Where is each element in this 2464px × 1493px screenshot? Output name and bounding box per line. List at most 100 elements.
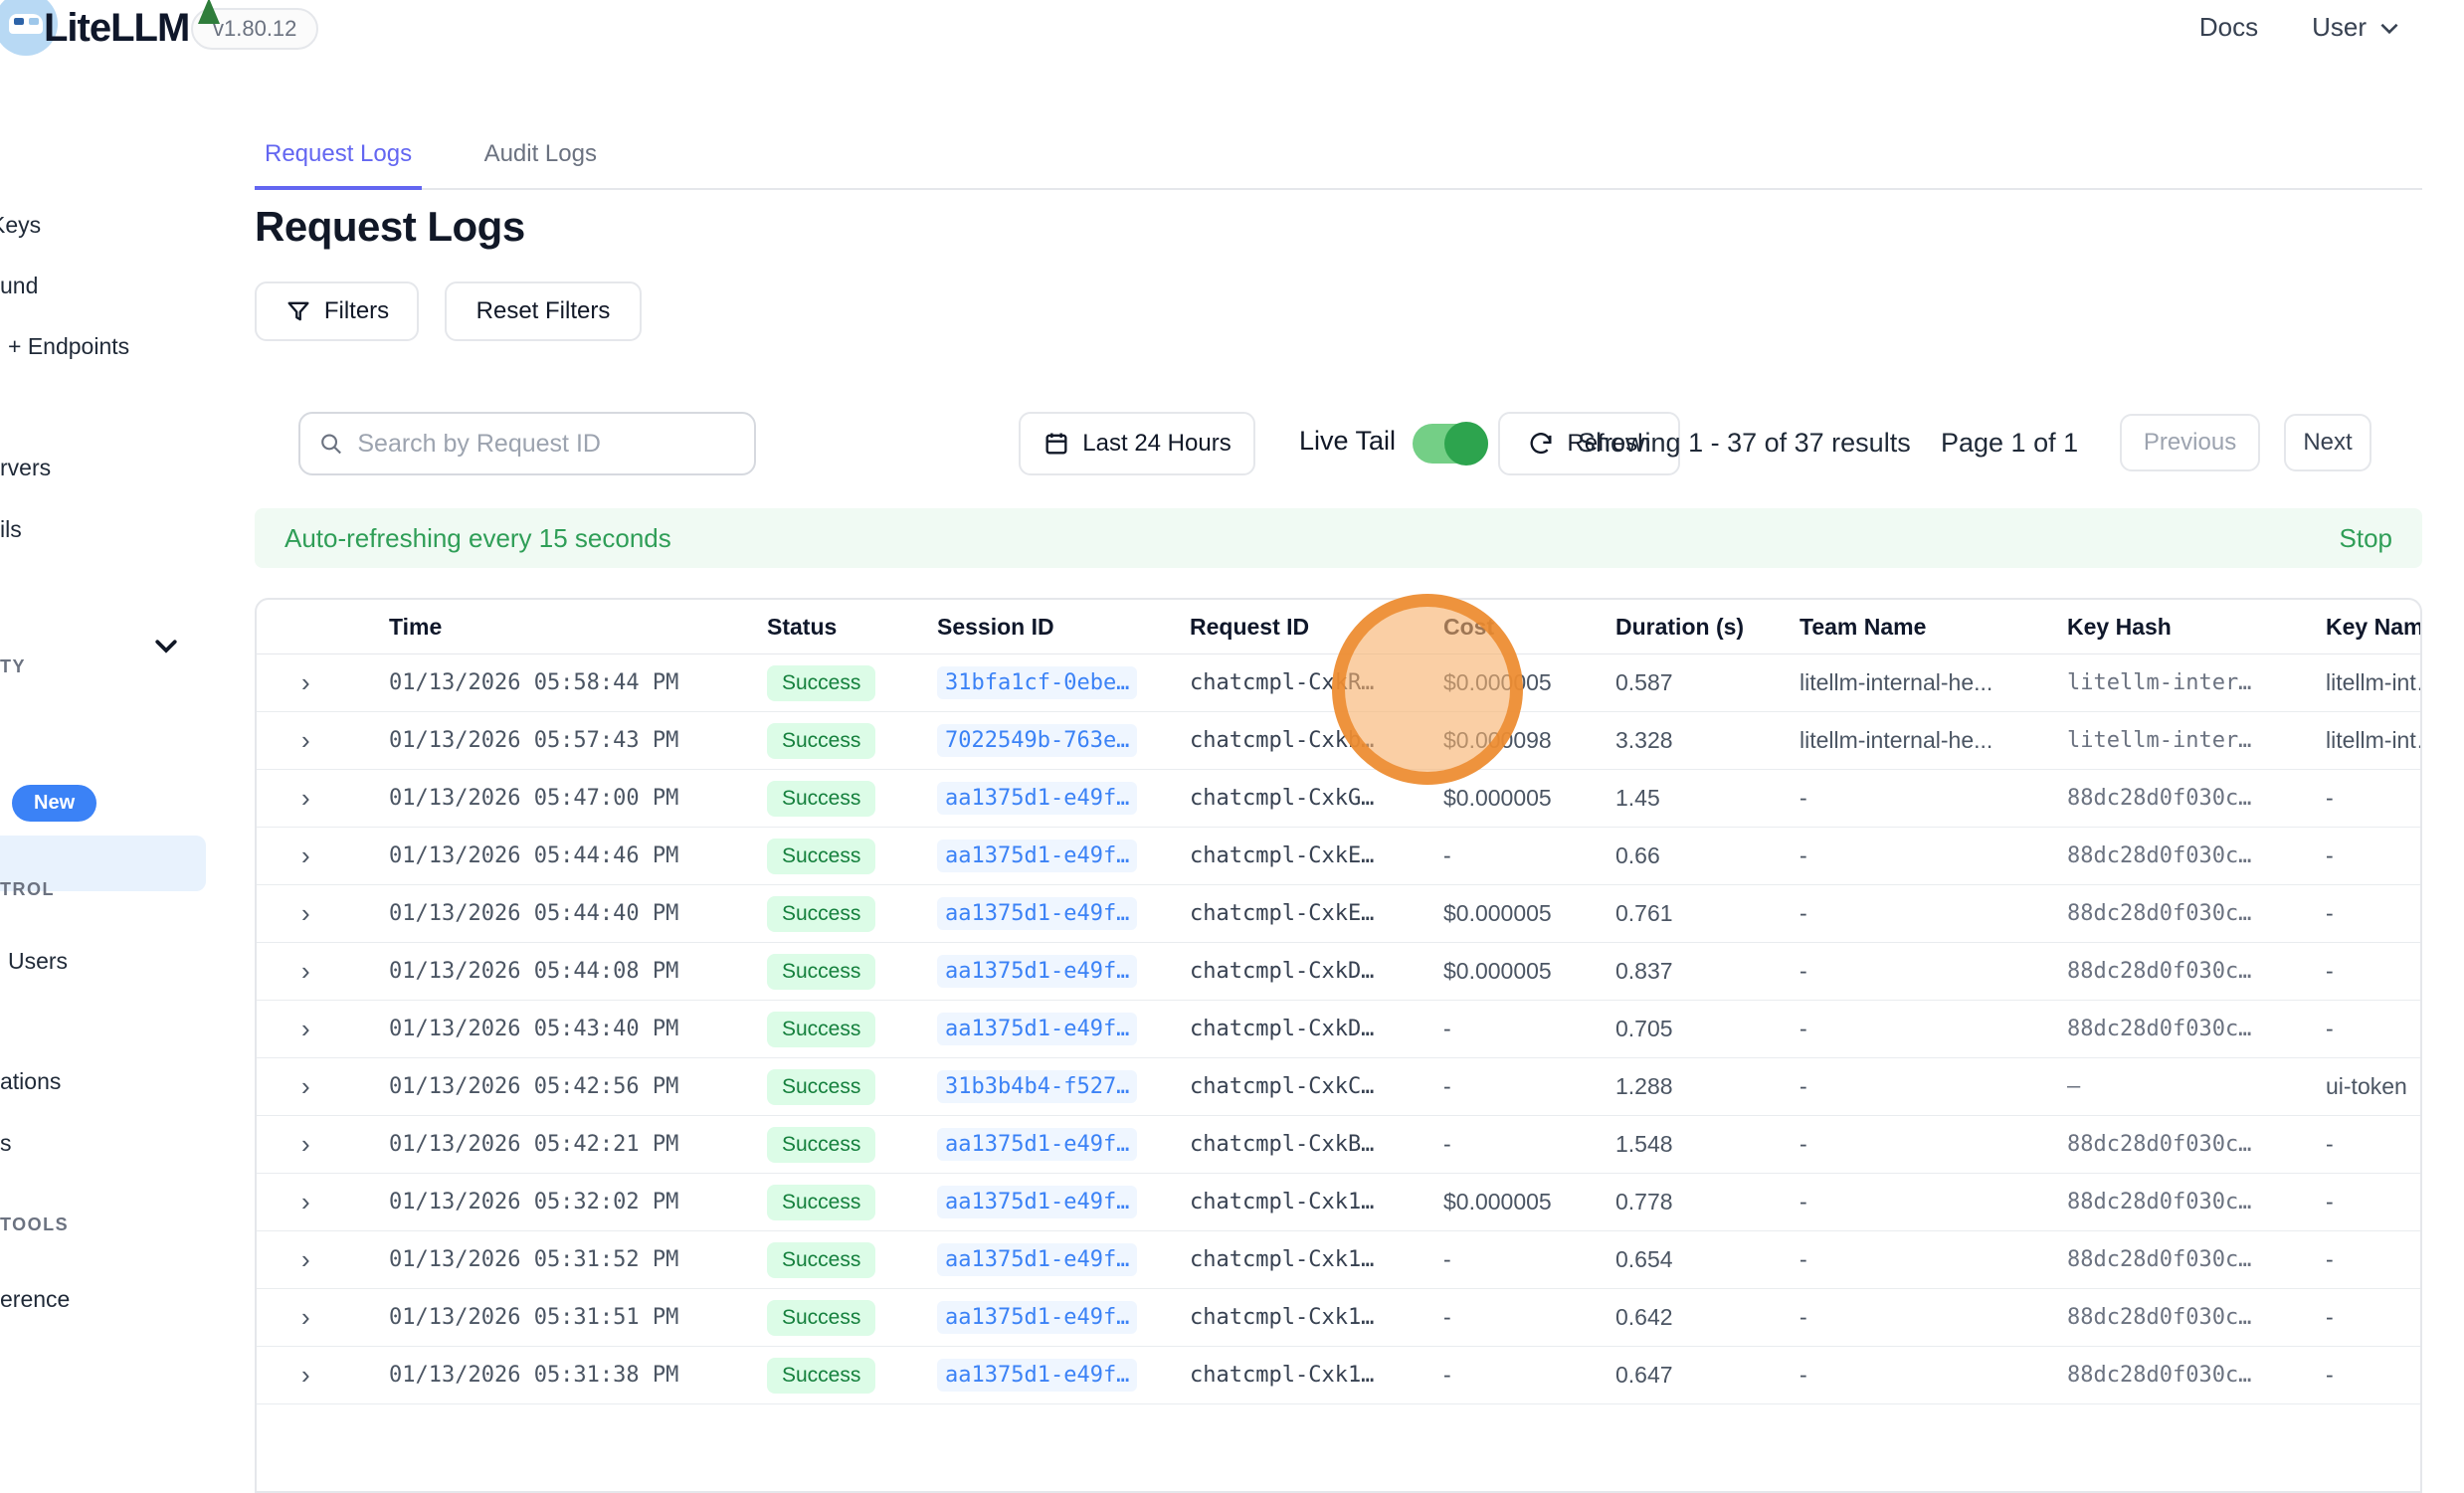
live-tail-toggle[interactable]: [1413, 424, 1488, 464]
cell-time: 01/13/2026 05:32:02 PM: [389, 1190, 767, 1214]
cell-duration: 0.587: [1615, 669, 1800, 696]
time-range-button[interactable]: Last 24 Hours: [1019, 412, 1255, 475]
expand-row-chevron-icon[interactable]: ›: [257, 898, 389, 929]
cell-team-name: -: [1800, 1246, 2067, 1273]
filters-button[interactable]: Filters: [255, 281, 419, 341]
docs-link[interactable]: Docs: [2199, 12, 2258, 43]
table-row: › 01/13/2026 05:31:52 PM Success aa1375d…: [257, 1231, 2420, 1289]
col-key-name: Key Name: [2326, 614, 2420, 641]
status-badge: Success: [767, 896, 875, 932]
session-id-link[interactable]: 31b3b4b4-f527…: [937, 1070, 1137, 1103]
sidebar-section-tools: TOOLS: [0, 1214, 69, 1235]
expand-row-chevron-icon[interactable]: ›: [257, 1129, 389, 1160]
search-icon: [318, 430, 343, 458]
sidebar-item-models-endpoints[interactable]: + Endpoints: [8, 333, 129, 360]
status-badge: Success: [767, 1242, 875, 1278]
sidebar-item-playground[interactable]: und: [0, 273, 38, 299]
expand-row-chevron-icon[interactable]: ›: [257, 1014, 389, 1044]
cell-cost: $0.000005: [1443, 669, 1615, 696]
table-row: › 01/13/2026 05:57:43 PM Success 7022549…: [257, 712, 2420, 770]
expand-row-chevron-icon[interactable]: ›: [257, 725, 389, 756]
cell-time: 01/13/2026 05:44:08 PM: [389, 959, 767, 984]
tab-audit-logs[interactable]: Audit Logs: [474, 140, 607, 186]
cell-cost: -: [1443, 1362, 1615, 1389]
cell-team-name: -: [1800, 1131, 2067, 1158]
refresh-icon: [1527, 430, 1555, 458]
page-title: Request Logs: [255, 203, 525, 251]
cell-time: 01/13/2026 05:57:43 PM: [389, 728, 767, 753]
search-box[interactable]: [298, 412, 756, 475]
session-id-link[interactable]: aa1375d1-e49f…: [937, 1301, 1137, 1334]
session-id-link[interactable]: aa1375d1-e49f…: [937, 1359, 1137, 1392]
cell-key-hash: 88dc28d0f030c…: [2067, 959, 2326, 984]
session-id-link[interactable]: aa1375d1-e49f…: [937, 1243, 1137, 1276]
cell-duration: 3.328: [1615, 727, 1800, 754]
status-badge: Success: [767, 954, 875, 990]
cell-duration: 0.778: [1615, 1189, 1800, 1215]
cell-time: 01/13/2026 05:42:21 PM: [389, 1132, 767, 1157]
sidebar-item-users[interactable]: Users: [8, 948, 68, 975]
cell-request-id: chatcmpl-Cxk1…: [1190, 1247, 1443, 1272]
christmas-tree-icon: [198, 0, 220, 24]
tab-request-logs[interactable]: Request Logs: [255, 140, 422, 190]
col-session-id: Session ID: [937, 614, 1190, 641]
sidebar-collapse-chevron-icon[interactable]: [151, 631, 181, 665]
expand-row-chevron-icon[interactable]: ›: [257, 1071, 389, 1102]
stop-auto-refresh-link[interactable]: Stop: [2340, 523, 2393, 554]
session-id-link[interactable]: 7022549b-763e…: [937, 724, 1137, 757]
sidebar-item-guardrails[interactable]: ils: [0, 516, 22, 543]
live-tail-label: Live Tail: [1299, 426, 1396, 457]
user-menu[interactable]: User: [2312, 12, 2402, 43]
session-id-link[interactable]: aa1375d1-e49f…: [937, 1013, 1137, 1045]
sidebar-item-servers[interactable]: rvers: [0, 455, 51, 481]
cell-key-hash: 88dc28d0f030c…: [2067, 1132, 2326, 1157]
cell-team-name: litellm-internal-he...: [1800, 727, 2067, 754]
table-row: › 01/13/2026 05:32:02 PM Success aa1375d…: [257, 1174, 2420, 1231]
cell-duration: 0.837: [1615, 958, 1800, 985]
sidebar-item-keys[interactable]: Keys: [0, 212, 41, 239]
expand-row-chevron-icon[interactable]: ›: [257, 1302, 389, 1333]
table-row: › 01/13/2026 05:44:40 PM Success aa1375d…: [257, 885, 2420, 943]
session-id-link[interactable]: aa1375d1-e49f…: [937, 1128, 1137, 1161]
cell-key-hash: litellm-inter…: [2067, 728, 2326, 753]
toolbar: Last 24 Hours Live Tail Refresh Showing …: [255, 412, 2422, 475]
next-page-button[interactable]: Next: [2284, 414, 2371, 471]
cell-team-name: -: [1800, 785, 2067, 812]
top-nav: LiteLLM v1.80.12 Docs User: [0, 0, 2464, 58]
expand-row-chevron-icon[interactable]: ›: [257, 667, 389, 698]
search-input[interactable]: [357, 430, 736, 459]
cell-cost: $0.000005: [1443, 958, 1615, 985]
cell-duration: 0.654: [1615, 1246, 1800, 1273]
session-id-link[interactable]: aa1375d1-e49f…: [937, 955, 1137, 988]
cell-duration: 1.288: [1615, 1073, 1800, 1100]
session-id-link[interactable]: aa1375d1-e49f…: [937, 897, 1137, 930]
cell-key-name: -: [2326, 1189, 2420, 1215]
sidebar-item-teams[interactable]: s: [0, 1130, 12, 1157]
previous-page-button[interactable]: Previous: [2120, 414, 2260, 471]
expand-row-chevron-icon[interactable]: ›: [257, 840, 389, 871]
expand-row-chevron-icon[interactable]: ›: [257, 1244, 389, 1275]
session-id-link[interactable]: aa1375d1-e49f…: [937, 840, 1137, 872]
cell-team-name: -: [1800, 1304, 2067, 1331]
col-time: Time: [389, 614, 767, 641]
expand-row-chevron-icon[interactable]: ›: [257, 956, 389, 987]
reset-filters-button[interactable]: Reset Filters: [445, 281, 642, 341]
cell-request-id: chatcmpl-Cxk1…: [1190, 1305, 1443, 1330]
cell-key-hash: 88dc28d0f030c…: [2067, 1363, 2326, 1388]
expand-row-chevron-icon[interactable]: ›: [257, 783, 389, 814]
cell-request-id: chatcmpl-CxkD…: [1190, 959, 1443, 984]
status-badge: Success: [767, 1012, 875, 1047]
tab-bar: Request Logs Audit Logs: [255, 140, 2422, 190]
cell-cost: $0.000005: [1443, 1189, 1615, 1215]
table-row: › 01/13/2026 05:44:46 PM Success aa1375d…: [257, 828, 2420, 885]
sidebar-item-organizations[interactable]: ations: [0, 1068, 61, 1095]
cell-key-name: -: [2326, 1304, 2420, 1331]
expand-row-chevron-icon[interactable]: ›: [257, 1187, 389, 1217]
main-content: Request Logs Audit Logs Request Logs Fil…: [255, 58, 2422, 1378]
sidebar-item-api-reference[interactable]: erence: [0, 1286, 70, 1313]
session-id-link[interactable]: aa1375d1-e49f…: [937, 782, 1137, 815]
status-badge: Success: [767, 665, 875, 701]
session-id-link[interactable]: aa1375d1-e49f…: [937, 1186, 1137, 1218]
expand-row-chevron-icon[interactable]: ›: [257, 1360, 389, 1391]
session-id-link[interactable]: 31bfa1cf-0ebe…: [937, 666, 1137, 699]
